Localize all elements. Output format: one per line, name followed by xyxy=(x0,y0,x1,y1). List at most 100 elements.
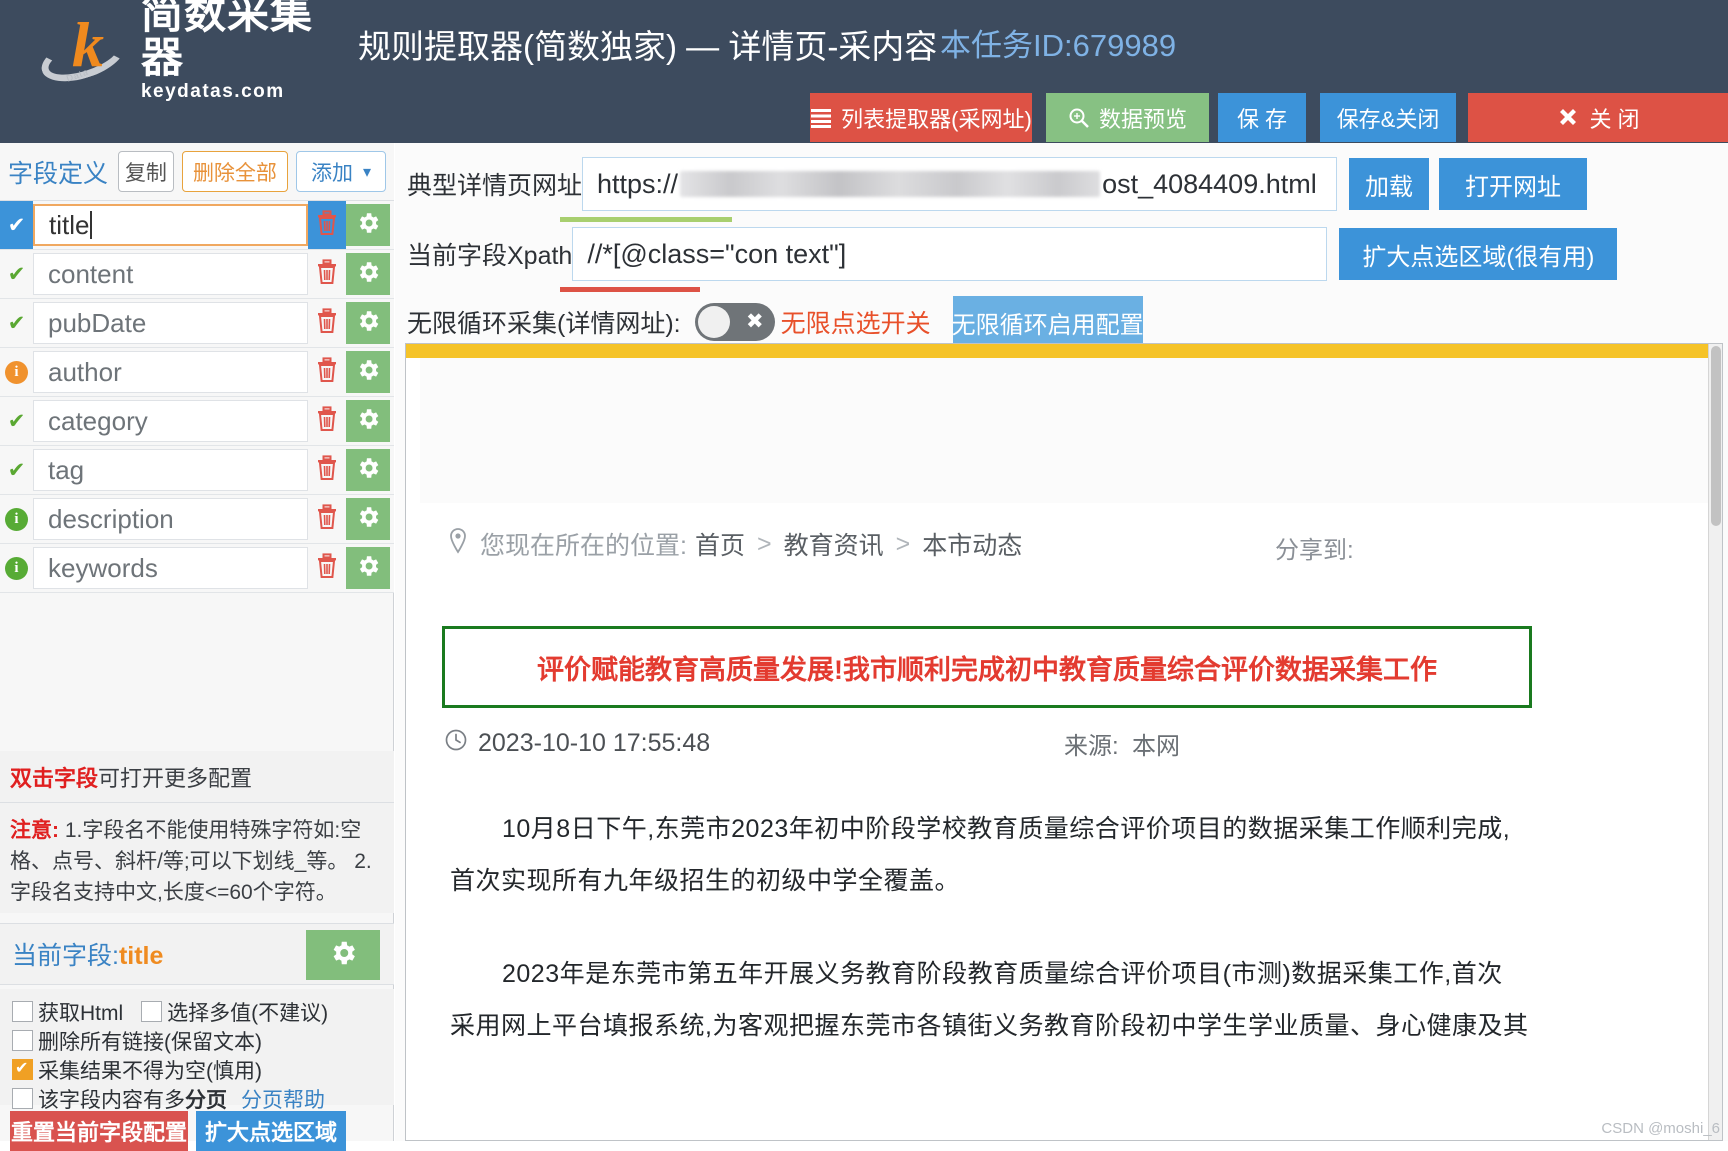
field-row-title[interactable]: ✔title xyxy=(0,201,394,250)
field-settings-button-keywords[interactable] xyxy=(346,547,390,589)
trash-icon xyxy=(314,405,340,438)
multi-value-label: 选择多值(不建议) xyxy=(167,997,328,1027)
list-extractor-button[interactable]: 列表提取器(采网址) xyxy=(810,93,1032,142)
field-settings-button-title[interactable] xyxy=(346,204,390,246)
open-url-button[interactable]: 打开网址 xyxy=(1439,158,1587,210)
source-label: 来源: xyxy=(1064,733,1119,760)
expand-selection-area-button[interactable]: 扩大点选区域 xyxy=(196,1111,346,1151)
open-url-label: 打开网址 xyxy=(1465,167,1561,202)
data-preview-button[interactable]: 数据预览 xyxy=(1046,93,1209,142)
field-settings-button-category[interactable] xyxy=(346,400,390,442)
field-status-info-icon: i xyxy=(0,544,33,592)
breadcrumb-item-city-news[interactable]: 本市动态 xyxy=(922,526,1022,562)
not-empty-label: 采集结果不得为空(慎用) xyxy=(38,1055,262,1085)
logo-mark-icon: k Data xyxy=(38,12,137,84)
delete-field-button-content[interactable] xyxy=(308,250,346,298)
field-name-input-title[interactable]: title xyxy=(33,204,308,246)
expand-click-area-button[interactable]: 扩大点选区域(很有用) xyxy=(1339,228,1617,280)
breadcrumb-separator-1: > xyxy=(757,530,772,559)
detail-url-input[interactable]: https:// ost_4084409.html xyxy=(582,157,1337,211)
paging-label-bold: 分页 xyxy=(185,1084,227,1114)
chevron-down-icon: ▾ xyxy=(363,162,371,182)
get-html-label: 获取Html xyxy=(38,997,123,1027)
paragraph-2-line-1: 2023年是东莞市第五年开展义务教育阶段教育质量综合评价项目(市测)数据采集工作… xyxy=(450,948,1530,1000)
option-row-4: 该字段内容有多 分页 分页帮助 xyxy=(12,1084,394,1113)
breadcrumb-separator-2: > xyxy=(896,530,911,559)
url-prefix: https:// xyxy=(597,169,678,200)
infinite-loop-toggle[interactable]: ✖ xyxy=(695,303,775,341)
field-row-tag[interactable]: ✔tag xyxy=(0,446,394,495)
copy-label: 复制 xyxy=(125,157,167,187)
field-name-input-author[interactable]: author xyxy=(33,351,308,393)
app-header: k Data 简数采集器 keydatas.com 规则提取器(简数独家) — … xyxy=(0,0,1728,143)
save-and-close-button[interactable]: 保存&关闭 xyxy=(1320,93,1456,142)
save-close-label: 保存&关闭 xyxy=(1337,102,1440,134)
load-button[interactable]: 加载 xyxy=(1349,158,1429,210)
xpath-input[interactable]: //*[@class="con text"] xyxy=(572,227,1327,281)
field-name-input-category[interactable]: category xyxy=(33,400,308,442)
infinite-loop-config-button[interactable]: 无限循环启用配置 xyxy=(953,296,1143,348)
publish-time: 2023-10-10 17:55:48 xyxy=(478,729,710,758)
delete-field-button-author[interactable] xyxy=(308,348,346,396)
current-field-prefix: 当前字段: xyxy=(12,942,119,970)
preview-document: 您现在所在的位置: 首页 > 教育资讯 > 本市动态 分享到: 评价赋能教育高质… xyxy=(420,358,1710,1141)
delete-all-button[interactable]: 删除全部 xyxy=(182,151,288,192)
selected-element-highlight[interactable]: 评价赋能教育高质量发展!我市顺利完成初中教育质量综合评价数据采集工作 xyxy=(442,626,1532,708)
field-settings-button-content[interactable] xyxy=(346,253,390,295)
page-preview[interactable]: 您现在所在的位置: 首页 > 教育资讯 > 本市动态 分享到: 评价赋能教育高质… xyxy=(405,343,1723,1141)
article-paragraph-1: 10月8日下午,东莞市2023年初中阶段学校教育质量综合评价项目的数据采集工作顺… xyxy=(450,803,1530,907)
field-settings-button-tag[interactable] xyxy=(346,449,390,491)
delete-field-button-pubDate[interactable] xyxy=(308,299,346,347)
field-name-text: author xyxy=(48,357,122,388)
add-field-button[interactable]: 添加 ▾ xyxy=(296,151,386,192)
preview-scrollbar-thumb[interactable] xyxy=(1711,346,1721,526)
add-label: 添加 xyxy=(311,157,353,187)
field-settings-button-author[interactable] xyxy=(346,351,390,393)
remove-links-checkbox[interactable] xyxy=(12,1030,33,1051)
field-name-text: content xyxy=(48,259,133,290)
field-row-description[interactable]: idescription xyxy=(0,495,394,544)
multi-value-checkbox[interactable] xyxy=(141,1001,162,1022)
reset-current-field-button[interactable]: 重置当前字段配置 xyxy=(10,1111,188,1151)
paging-checkbox[interactable] xyxy=(12,1088,33,1109)
field-name-text: keywords xyxy=(48,553,158,584)
field-name-input-pubDate[interactable]: pubDate xyxy=(33,302,308,344)
field-row-category[interactable]: ✔category xyxy=(0,397,394,446)
clock-icon xyxy=(444,728,468,759)
field-name-text: pubDate xyxy=(48,308,146,339)
article-source: 来源: 本网 xyxy=(1064,726,1180,761)
trash-icon xyxy=(314,552,340,585)
delete-field-button-description[interactable] xyxy=(308,495,346,543)
reset-field-label: 重置当前字段配置 xyxy=(11,1115,187,1147)
field-name-input-keywords[interactable]: keywords xyxy=(33,547,308,589)
page-title: 规则提取器(简数独家) — 详情页-采内容 xyxy=(358,20,937,68)
field-settings-button-pubDate[interactable] xyxy=(346,302,390,344)
field-status-check-icon: ✔ xyxy=(0,250,33,298)
paging-help-link[interactable]: 分页帮助 xyxy=(241,1084,325,1114)
copy-button[interactable]: 复制 xyxy=(118,151,174,192)
preview-scrollbar[interactable] xyxy=(1708,344,1722,1141)
field-name-input-tag[interactable]: tag xyxy=(33,449,308,491)
breadcrumb-item-edu-news[interactable]: 教育资讯 xyxy=(784,526,884,562)
delete-field-button-category[interactable] xyxy=(308,397,346,445)
save-button[interactable]: 保 存 xyxy=(1218,93,1306,142)
remove-links-label: 删除所有链接(保留文本) xyxy=(38,1026,262,1056)
current-field-settings-button[interactable] xyxy=(306,930,380,980)
field-name-input-content[interactable]: content xyxy=(33,253,308,295)
field-row-content[interactable]: ✔ content xyxy=(0,250,394,299)
get-html-checkbox[interactable] xyxy=(12,1001,33,1022)
breadcrumb-item-home[interactable]: 首页 xyxy=(695,526,745,562)
not-empty-checkbox[interactable] xyxy=(12,1059,33,1080)
delete-field-button-keywords[interactable] xyxy=(308,544,346,592)
delete-field-button-tag[interactable] xyxy=(308,446,346,494)
field-row-pubDate[interactable]: ✔pubDate xyxy=(0,299,394,348)
url-suffix: ost_4084409.html xyxy=(1102,169,1317,200)
close-button[interactable]: 关 闭 xyxy=(1468,93,1728,142)
field-name-input-description[interactable]: description xyxy=(33,498,308,540)
field-settings-button-description[interactable] xyxy=(346,498,390,540)
note-prefix: 注意: xyxy=(10,819,59,842)
delete-field-button-title[interactable] xyxy=(308,201,346,249)
watermark: CSDN @moshi_6 xyxy=(1601,1120,1720,1137)
field-row-keywords[interactable]: i keywords xyxy=(0,544,394,593)
field-row-author[interactable]: iauthor xyxy=(0,348,394,397)
